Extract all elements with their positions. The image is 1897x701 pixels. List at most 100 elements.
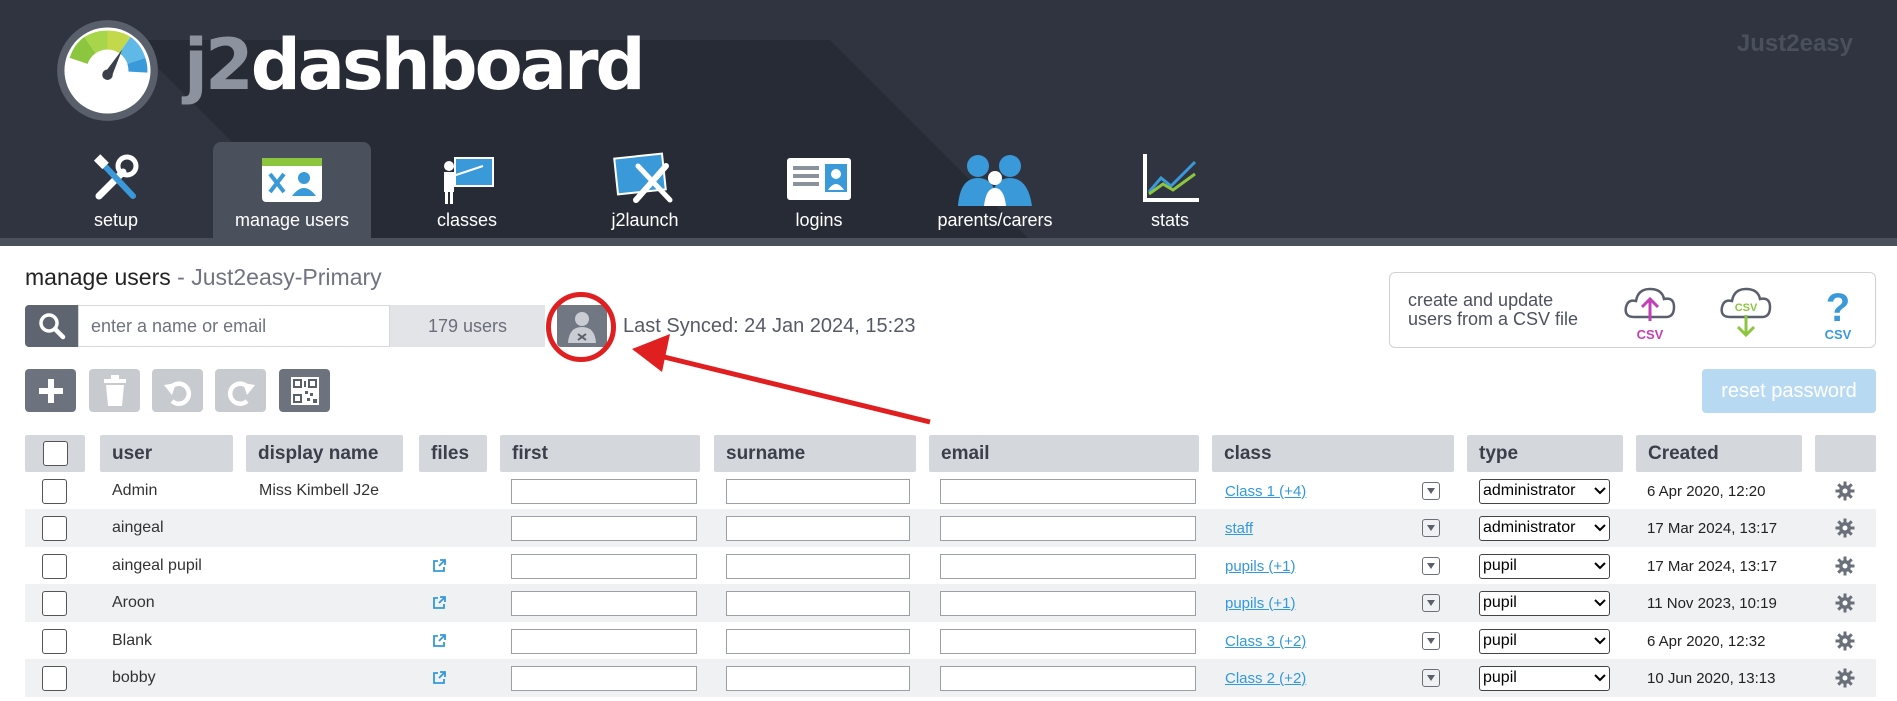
nav-item-manage-users[interactable]: manage users — [213, 142, 371, 238]
select-all-checkbox[interactable] — [42, 441, 68, 466]
surname-input[interactable] — [726, 478, 910, 504]
nav-item-parents-carers[interactable]: parents/carers — [930, 142, 1060, 238]
class-dropdown-button[interactable] — [1422, 482, 1440, 500]
logins-icon — [787, 158, 851, 200]
row-checkbox[interactable] — [42, 478, 67, 504]
search-input[interactable] — [78, 305, 390, 347]
type-select[interactable]: pupil — [1479, 628, 1610, 654]
column-header-surname[interactable]: surname — [714, 435, 916, 472]
email-input[interactable] — [940, 515, 1196, 541]
row-settings-button[interactable] — [1835, 472, 1855, 510]
table-row[interactable]: Blank Class 3 (+2) pupil 6 Apr 2020, 12:32 — [25, 622, 1876, 660]
nav-item-stats[interactable]: stats — [1130, 142, 1210, 238]
table-row[interactable]: Admin Miss Kimbell J2e Class 1 (+4) adminis… — [25, 472, 1876, 510]
class-link[interactable]: Class 3 (+2) — [1225, 633, 1306, 650]
first-name-input[interactable] — [511, 665, 697, 691]
class-dropdown-button[interactable] — [1422, 669, 1440, 687]
type-select[interactable]: pupil — [1479, 665, 1610, 691]
column-header-first[interactable]: first — [500, 435, 700, 472]
first-name-input[interactable] — [511, 553, 697, 579]
search-icon — [38, 313, 65, 340]
csv-upload-icon[interactable]: CSV — [1622, 283, 1678, 343]
nav-item-classes[interactable]: classes — [420, 142, 514, 238]
type-select[interactable]: administrator — [1479, 478, 1610, 504]
add-user-button[interactable] — [25, 369, 76, 412]
table-row[interactable]: aingeal pupil pupils (+1) pupil 17 Mar 2024… — [25, 547, 1876, 585]
undo-button[interactable] — [152, 369, 203, 412]
first-name-input[interactable] — [511, 478, 697, 504]
first-name-input[interactable] — [511, 590, 697, 616]
surname-input[interactable] — [726, 515, 910, 541]
type-select[interactable]: pupil — [1479, 590, 1610, 616]
nav-item-setup[interactable]: setup — [62, 142, 170, 238]
first-name-input[interactable] — [511, 515, 697, 541]
row-settings-button[interactable] — [1835, 509, 1855, 547]
column-header-email[interactable]: email — [929, 435, 1199, 472]
surname-input[interactable] — [726, 590, 910, 616]
files-link[interactable] — [431, 659, 447, 697]
page-title-text: manage users — [25, 264, 171, 290]
class-link[interactable]: pupils (+1) — [1225, 558, 1295, 575]
type-select[interactable]: administrator — [1479, 515, 1610, 541]
surname-input[interactable] — [726, 665, 910, 691]
table-row[interactable]: Aroon pupils (+1) pupil 11 Nov 2023, 10:19 — [25, 584, 1876, 622]
first-name-input[interactable] — [511, 628, 697, 654]
annotation-arrow-icon — [632, 334, 931, 425]
class-dropdown-button[interactable] — [1422, 632, 1440, 650]
table-row[interactable]: aingeal staff administrator 17 Mar 2024, 13… — [25, 509, 1876, 547]
row-settings-button[interactable] — [1835, 584, 1855, 622]
row-select-cell — [42, 659, 67, 697]
row-checkbox[interactable] — [42, 515, 67, 541]
column-header-class[interactable]: class — [1212, 435, 1454, 472]
email-cell — [940, 547, 1196, 585]
row-checkbox[interactable] — [42, 590, 67, 616]
row-settings-button[interactable] — [1835, 622, 1855, 660]
redo-button[interactable] — [215, 369, 266, 412]
column-header-created[interactable]: Created — [1636, 435, 1802, 472]
row-settings-button[interactable] — [1835, 547, 1855, 585]
external-link-icon — [433, 671, 446, 684]
class-link[interactable]: pupils (+1) — [1225, 595, 1295, 612]
email-input[interactable] — [940, 628, 1196, 654]
row-settings-button[interactable] — [1835, 659, 1855, 697]
email-input[interactable] — [940, 478, 1196, 504]
surname-input[interactable] — [726, 553, 910, 579]
files-link[interactable] — [431, 547, 447, 585]
csv-download-icon[interactable]: CSV — [1718, 283, 1774, 343]
row-checkbox[interactable] — [42, 665, 67, 691]
class-link[interactable]: Class 1 (+4) — [1225, 483, 1306, 500]
class-link[interactable]: staff — [1225, 520, 1253, 537]
type-select[interactable]: pupil — [1479, 553, 1610, 579]
class-dropdown-button[interactable] — [1422, 519, 1440, 537]
csv-help-icon[interactable]: ? CSV — [1810, 283, 1866, 343]
gear-icon — [1835, 593, 1855, 613]
speedometer-logo-icon — [57, 20, 158, 121]
nav-label: parents/carers — [937, 210, 1053, 230]
email-input[interactable] — [940, 665, 1196, 691]
column-header-display-name[interactable]: display name — [246, 435, 403, 472]
nav-item-j2launch[interactable]: j2launch — [600, 142, 690, 238]
search-button[interactable] — [25, 305, 78, 347]
files-link[interactable] — [431, 622, 447, 660]
svg-text:?: ? — [1826, 286, 1850, 330]
files-link[interactable] — [431, 584, 447, 622]
nav-label: j2launch — [611, 210, 679, 230]
class-link[interactable]: Class 2 (+2) — [1225, 670, 1306, 687]
table-row[interactable]: bobby Class 2 (+2) pupil 10 Jun 2020, 13:13 — [25, 659, 1876, 697]
delete-button[interactable] — [89, 369, 140, 412]
column-header-user[interactable]: user — [100, 435, 233, 472]
email-input[interactable] — [940, 590, 1196, 616]
type-cell: pupil — [1479, 659, 1610, 697]
nav-item-logins[interactable]: logins — [775, 142, 863, 238]
class-dropdown-button[interactable] — [1422, 557, 1440, 575]
surname-input[interactable] — [726, 628, 910, 654]
surname-cell — [726, 472, 910, 510]
reset-password-button[interactable]: reset password — [1702, 369, 1876, 413]
class-dropdown-button[interactable] — [1422, 594, 1440, 612]
column-header-files[interactable]: files — [419, 435, 487, 472]
column-header-type[interactable]: type — [1467, 435, 1623, 472]
row-checkbox[interactable] — [42, 553, 67, 579]
row-checkbox[interactable] — [42, 628, 67, 654]
email-input[interactable] — [940, 553, 1196, 579]
qr-code-button[interactable] — [279, 369, 330, 412]
